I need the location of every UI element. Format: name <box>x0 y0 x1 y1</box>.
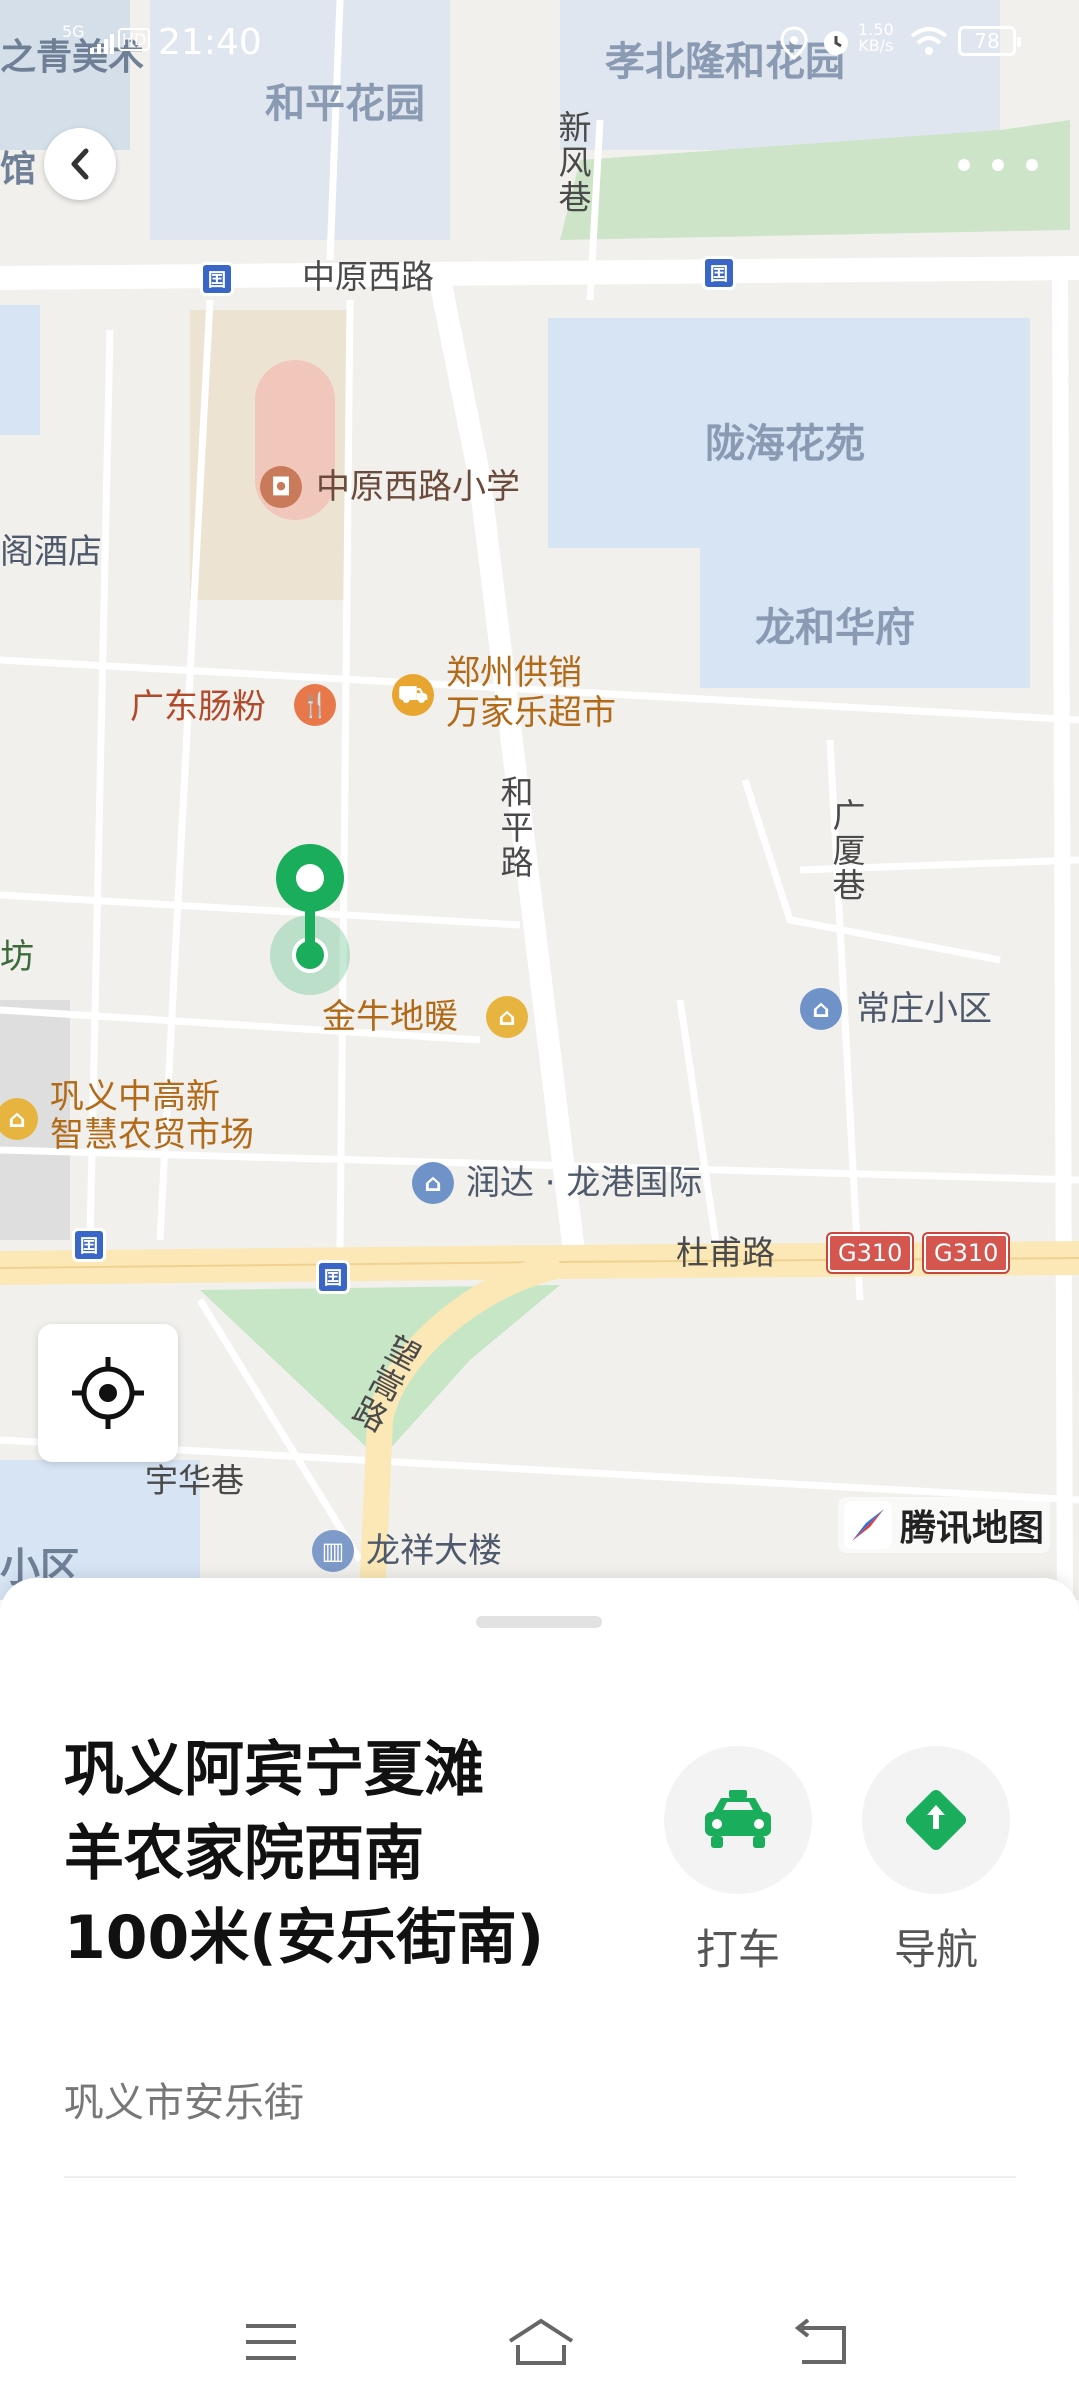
status-bar: 5G HD 21:40 1.50 KB/s 78 <box>0 0 1079 80</box>
chevron-left-icon <box>71 148 89 180</box>
place-title-line: 巩义阿宾宁夏滩 <box>64 1735 484 1805</box>
hd-badge: HD <box>118 28 151 51</box>
wifi-icon <box>910 27 948 55</box>
place-address: 巩义市安乐街 <box>64 2080 304 2126</box>
taxi-label: 打车 <box>695 1925 780 1974</box>
taxi-icon <box>705 1790 771 1848</box>
shop-icon[interactable]: ⌂ <box>486 996 528 1038</box>
taxi-button-circle[interactable] <box>664 1746 812 1894</box>
road-label-guangsha: 广厦巷 <box>827 798 866 903</box>
area-label-guan: 馆 <box>0 149 37 190</box>
poi-longxiang[interactable]: 龙祥大楼 <box>366 1534 502 1568</box>
residential-icon[interactable]: ⌂ <box>412 1162 454 1204</box>
poi-jinniu[interactable]: 金牛地暖 <box>322 1000 458 1034</box>
building-icon[interactable]: ▥ <box>312 1530 354 1572</box>
area-label-fang: 坊 <box>0 937 34 977</box>
area-label-longhai: 陇海花苑 <box>705 421 865 467</box>
menu-nav-button[interactable] <box>236 2312 306 2372</box>
navigate-button[interactable]: 导航 <box>862 1746 1010 1977</box>
return-icon <box>794 2318 846 2364</box>
net-speed-unit: KB/s <box>858 36 894 55</box>
navigation-arrow-icon <box>905 1789 967 1851</box>
area-label-longhe: 龙和华府 <box>755 605 915 651</box>
restaurant-icon[interactable]: 🍴 <box>294 684 336 726</box>
navigate-label: 导航 <box>893 1925 978 1974</box>
divider <box>64 2176 1016 2178</box>
road-label-yuhua: 宇华巷 <box>145 1461 244 1500</box>
dot-icon <box>1026 159 1038 171</box>
brand-text: 腾讯地图 <box>900 1508 1045 1549</box>
navigate-button-circle[interactable] <box>862 1746 1010 1894</box>
back-nav-button[interactable] <box>788 2312 858 2372</box>
poi-guangdong[interactable]: 广东肠粉 <box>130 690 266 724</box>
clock-time: 21:40 <box>158 22 262 63</box>
shopping-cart-icon[interactable]: ⛟ <box>392 674 434 716</box>
poi-supermarket-line2[interactable]: 万家乐超市 <box>446 696 616 730</box>
dot-icon <box>992 159 1004 171</box>
menu-icon <box>246 2324 296 2360</box>
place-title-line: 100米(安乐街南) <box>64 1903 545 1973</box>
location-icon <box>780 26 808 60</box>
compass-logo-icon <box>844 1501 892 1549</box>
bus-stop-icon[interactable]: 囯 <box>702 256 736 290</box>
locate-button[interactable] <box>38 1324 178 1462</box>
place-detail-sheet[interactable]: 巩义阿宾宁夏滩 羊农家院西南 100米(安乐街南) 打车 导航 巩义市安乐街 <box>0 1578 1079 2407</box>
road-label-xinfeng: 新风巷 <box>553 110 592 215</box>
poi-market-line2[interactable]: 智慧农贸市场 <box>50 1118 254 1152</box>
bus-stop-icon[interactable]: 囯 <box>316 1260 350 1294</box>
crosshair-icon <box>72 1357 144 1429</box>
map-view[interactable]: 之青美术 馆 和平花园 孝北隆和花园 陇海花苑 龙和华府 阁酒店 坊 小区 中原… <box>0 0 1079 1600</box>
highway-shield-g310: G310 <box>825 1232 915 1274</box>
area-label-jiudian: 阁酒店 <box>0 532 102 572</box>
road-label-heping: 和平路 <box>495 775 534 880</box>
place-title-line: 羊农家院西南 <box>64 1819 424 1889</box>
poi-changzhuang[interactable]: 常庄小区 <box>856 992 992 1026</box>
dot-icon <box>958 159 970 171</box>
residential-icon[interactable]: ⌂ <box>800 988 842 1030</box>
place-title: 巩义阿宾宁夏滩 羊农家院西南 100米(安乐街南) <box>64 1728 584 1980</box>
poi-supermarket-line1[interactable]: 郑州供销 <box>446 656 582 690</box>
poi-market-line1[interactable]: 巩义中高新 <box>50 1080 220 1114</box>
sheet-drag-handle[interactable] <box>476 1616 602 1628</box>
poi-school[interactable]: 中原西路小学 <box>316 470 520 504</box>
road-label-zhongyuan-west: 中原西路 <box>302 257 434 296</box>
area-label-heping-garden: 和平花园 <box>265 81 425 127</box>
signal-icon <box>90 34 114 54</box>
battery-indicator: 78 <box>958 26 1021 56</box>
poi-runda[interactable]: 润达 · 龙港国际 <box>466 1166 702 1200</box>
taxi-button[interactable]: 打车 <box>664 1746 812 1977</box>
home-nav-button[interactable] <box>506 2312 576 2372</box>
bus-stop-icon[interactable]: 囯 <box>72 1228 106 1262</box>
road-label-dufu: 杜甫路 <box>676 1233 775 1272</box>
school-icon[interactable]: ◘ <box>260 466 302 508</box>
network-type: 5G <box>62 22 85 41</box>
home-icon <box>508 2318 574 2365</box>
net-speed: 1.50 KB/s <box>858 22 894 54</box>
bus-stop-icon[interactable]: 囯 <box>200 262 234 296</box>
map-brand-logo: 腾讯地图 <box>838 1497 1051 1553</box>
more-options-button[interactable] <box>958 140 1038 190</box>
alarm-icon <box>824 31 848 55</box>
back-button[interactable] <box>44 128 116 200</box>
system-nav-bar <box>0 2290 1079 2400</box>
highway-shield-g310: G310 <box>921 1232 1011 1274</box>
